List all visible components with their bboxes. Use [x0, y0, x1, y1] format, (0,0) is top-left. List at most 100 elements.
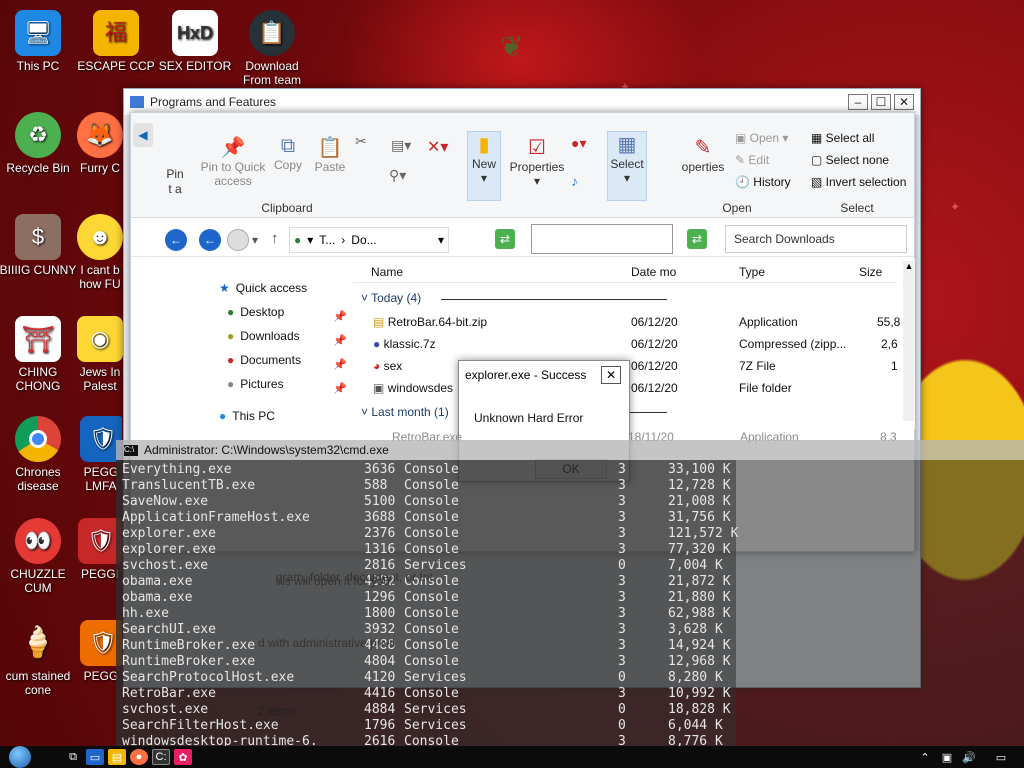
group-header-last-month[interactable]: ˅ Last month (1) [361, 405, 449, 419]
nav-back-button[interactable]: ← [199, 229, 221, 251]
process-image-name: RuntimeBroker.exe [122, 638, 256, 653]
nav-this-pc[interactable]: ● This PC [219, 409, 275, 423]
pin-quick-access-button[interactable]: 📌 Pin to Quick access [197, 135, 269, 188]
open-button[interactable]: ▣ Open ▾ [735, 131, 788, 145]
desktop-icon-label: cum stained cone [5, 669, 71, 697]
file-row[interactable]: ▤ RetroBar.64-bit.zip [373, 315, 487, 329]
desktop-icon-label: This PC [16, 59, 60, 73]
back-button[interactable]: ← [165, 229, 187, 251]
scroll-up-icon[interactable]: ▲ [903, 261, 915, 271]
start-button[interactable] [0, 746, 40, 768]
nav-quick-access[interactable]: ★ Quick access [219, 281, 307, 295]
cmd-icon[interactable]: C: [152, 749, 170, 765]
desktop-icon-furry[interactable]: 🦊 Furry C [75, 112, 125, 175]
scrollbar[interactable]: ▲ [903, 261, 915, 421]
status-item-count: 2 items [258, 704, 297, 718]
firefox-icon[interactable]: ● [130, 749, 148, 765]
process-session-num: 0 [618, 718, 626, 733]
desktop-icon-ching-chong[interactable]: ⛩ CHING CHONG [0, 316, 79, 393]
column-header-type[interactable]: Type [739, 265, 765, 279]
process-session-num: 3 [618, 606, 626, 621]
process-pid: 1316 [364, 542, 396, 557]
process-session: Console [404, 526, 459, 541]
nav-downloads[interactable]: ● Downloads [227, 329, 300, 343]
select-button[interactable]: ▦ Select ▾ [607, 131, 647, 201]
copy-path-icon[interactable]: ▤▾ [391, 137, 411, 154]
cmd-titlebar[interactable]: C:\ Administrator: C:\Windows\system32\c… [116, 440, 1024, 460]
pictures-folder-icon: ● [227, 377, 235, 391]
nav-label: Downloads [240, 329, 300, 343]
desktop-icon-download[interactable]: 📋 Download From team [231, 10, 313, 87]
edit-button[interactable]: ✎ Edit [735, 153, 769, 167]
select-none-button[interactable]: ▢ Select none [811, 153, 889, 167]
desktop-icon-cant-b[interactable]: ☻ I cant b how FU [72, 214, 128, 291]
nav-documents[interactable]: ● Documents [227, 353, 301, 367]
nav-pictures[interactable]: ● Pictures [227, 377, 284, 391]
new-button[interactable]: ▮ New ▾ [467, 131, 501, 201]
cmd-window[interactable]: C:\ Administrator: C:\Windows\system32\c… [116, 440, 1024, 746]
volume-icon[interactable]: 🔊 [960, 749, 978, 765]
forward-button[interactable] [227, 229, 249, 251]
invert-selection-button[interactable]: ▧ Invert selection [811, 175, 906, 189]
close-button[interactable]: ✕ [894, 94, 914, 110]
desktop-icon-escape-ccp[interactable]: 福 ESCAPE CCP [75, 10, 157, 73]
explorer-icon[interactable]: ▭ [86, 749, 104, 765]
column-header-size[interactable]: Size [859, 265, 882, 279]
error-dialog-titlebar[interactable]: explorer.exe - Success ✕ [459, 361, 629, 389]
desktop: ✦ ✦ ✦ ❦ 🖥 This PC 福 ESCAPE CCP HxD SEX E… [0, 0, 1024, 746]
chevron-down-icon[interactable]: ▾ [252, 233, 258, 247]
task-view-icon[interactable]: ⧉ [64, 749, 82, 765]
close-icon[interactable]: ✕ [601, 366, 621, 384]
breadcrumb-2[interactable]: Do... [351, 233, 376, 247]
properties-button[interactable]: ☑ Properties ▾ [507, 135, 567, 188]
delete-icon[interactable]: ✕▾ [427, 137, 448, 157]
monitor-icon: 🖥 [15, 10, 61, 56]
cut-icon[interactable]: ✂ [355, 133, 367, 150]
up-arrow-icon[interactable]: ↑ [271, 230, 279, 247]
desktop-icon-chrones[interactable]: Chrones disease [0, 416, 79, 493]
process-image-name: SearchFilterHost.exe [122, 718, 279, 733]
desktop-icon-label: CHUZZLE CUM [10, 567, 66, 595]
notification-icon[interactable]: ▭ [992, 749, 1010, 765]
column-header-date[interactable]: Date mo [631, 265, 683, 279]
maximize-button[interactable]: ☐ [871, 94, 891, 110]
desktop-icon-jews[interactable]: ◉ Jews In Palest [72, 316, 128, 393]
file-row[interactable]: ▣ windowsdes [373, 381, 453, 395]
nav-desktop[interactable]: ● Desktop [227, 305, 284, 319]
desktop-icon-sex-editor[interactable]: HxD SEX EDITOR [154, 10, 236, 73]
open-icon[interactable]: ●▾ [571, 135, 586, 152]
search-downloads-input[interactable]: Search Downloads [725, 225, 907, 253]
breadcrumb-1[interactable]: T... [319, 233, 335, 247]
minimize-button[interactable]: ‒ [848, 94, 868, 110]
column-header-name[interactable]: Name [371, 265, 403, 279]
back-arrow-icon[interactable]: ◀ [133, 123, 153, 147]
network-icon[interactable]: ▣ [938, 749, 956, 765]
copy-button[interactable]: ⧉ Copy [273, 135, 303, 172]
store-icon[interactable]: ▤ [108, 749, 126, 765]
properties-right-button[interactable]: ✎ operties [679, 135, 727, 174]
process-session-num: 3 [618, 510, 626, 525]
file-row[interactable]: ◕ sex [373, 359, 402, 373]
path-input[interactable] [531, 224, 673, 254]
desktop-icon-recycle-bin[interactable]: ♻ Recycle Bin [0, 112, 79, 175]
select-all-button[interactable]: ▦ Select all [811, 131, 874, 145]
chevron-down-icon: ▾ [480, 171, 488, 185]
desktop-icon-big-cunny[interactable]: $ BIIIIG CUNNY [0, 214, 79, 277]
history-button[interactable]: 🕘 History [735, 175, 791, 189]
tray-chevron-icon[interactable]: ⌃ [916, 749, 934, 765]
file-row[interactable]: ● klassic.7z [373, 337, 436, 351]
desktop-icon-this-pc[interactable]: 🖥 This PC [0, 10, 79, 73]
chevron-down-icon[interactable]: ▾ [438, 233, 444, 247]
desktop-icon-cone[interactable]: 🍦 cum stained cone [0, 620, 79, 698]
group-header-today[interactable]: ˅ Today (4) [361, 291, 421, 305]
paste-button[interactable]: 📋 Paste [313, 135, 347, 174]
refresh-button-2[interactable]: ⇄ [687, 229, 707, 249]
address-bar[interactable]: ● ▾ T... › Do... ▾ [289, 227, 449, 253]
cmd-console[interactable]: Everything.exe 3636 Console 3 33,100 K Transl… [116, 460, 738, 746]
desktop-icon-chuzzle[interactable]: 👀 CHUZZLE CUM [0, 518, 79, 595]
pin-short-button[interactable]: Pin t a [155, 137, 195, 197]
search-icon[interactable]: ⚲▾ [389, 167, 406, 184]
refresh-button[interactable]: ⇄ [495, 229, 515, 249]
process-session-num: 3 [618, 622, 626, 637]
pinned-app-icon[interactable]: ✿ [174, 749, 192, 765]
